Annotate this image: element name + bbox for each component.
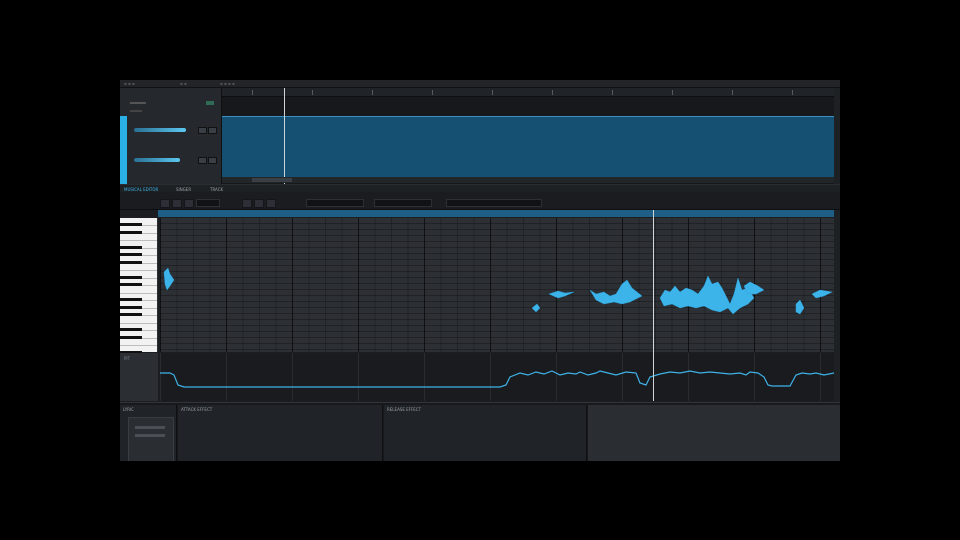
- arrange-view[interactable]: [222, 88, 834, 184]
- note-blob: [589, 279, 643, 305]
- white-key-divider: [120, 240, 157, 241]
- black-key[interactable]: [120, 335, 142, 339]
- singer-select[interactable]: [306, 199, 364, 207]
- snap-button[interactable]: [242, 199, 252, 208]
- app-window: ▪ ▪ ▪ ▪ ▪ ▪ ▪ ▪ ▪ MUSICAL EDITOR SINGER: [120, 80, 840, 461]
- note-blob: [548, 290, 575, 299]
- editor-toolbar: [120, 192, 840, 210]
- menu-item[interactable]: ▪ ▪ ▪: [124, 81, 135, 86]
- black-key[interactable]: [120, 283, 142, 286]
- vertical-scrollbar[interactable]: [834, 88, 840, 184]
- editor-playhead[interactable]: [653, 210, 654, 401]
- white-key-divider: [120, 322, 157, 324]
- piano-keyboard[interactable]: [120, 218, 158, 354]
- parameter-lane-label: PIT: [124, 356, 131, 361]
- parameter-lane[interactable]: [160, 353, 834, 401]
- black-key[interactable]: [120, 298, 142, 301]
- record-button[interactable]: [198, 157, 207, 164]
- note-blob: [811, 289, 833, 299]
- lyric-line: [135, 434, 165, 437]
- playhead[interactable]: [284, 88, 285, 184]
- track-toggle-button[interactable]: [206, 101, 214, 105]
- menu-item[interactable]: ▪ ▪: [180, 81, 187, 86]
- scroll-thumb[interactable]: [252, 178, 292, 182]
- track-header-panel: [120, 88, 222, 184]
- timeline-ruler[interactable]: [222, 88, 834, 97]
- parameter-select[interactable]: [446, 199, 542, 207]
- note-blob: [531, 303, 541, 313]
- black-key[interactable]: [120, 328, 142, 331]
- track-color-strip: [120, 116, 127, 184]
- pencil-tool-button[interactable]: [160, 199, 170, 208]
- attack-effect-panel[interactable]: ATTACK EFFECT: [178, 405, 383, 461]
- attack-effect-title: ATTACK EFFECT: [181, 407, 213, 412]
- lyric-preview[interactable]: [128, 417, 174, 461]
- empty-panel: [588, 405, 840, 461]
- editor-vertical-scrollbar[interactable]: [834, 210, 840, 401]
- lyric-panel-title: LYRIC: [123, 407, 134, 412]
- audio-region[interactable]: [222, 116, 834, 178]
- parameter-lane-header[interactable]: PIT: [120, 353, 158, 401]
- note-blob: [163, 267, 175, 291]
- black-key[interactable]: [120, 253, 142, 256]
- note-blob: [659, 275, 755, 315]
- white-key-divider: [120, 345, 157, 346]
- black-key[interactable]: [120, 230, 142, 234]
- black-key[interactable]: [120, 305, 142, 309]
- note-grid[interactable]: [160, 218, 834, 352]
- zoom-button[interactable]: [254, 199, 264, 208]
- transport-display: ▪ ▪ ▪ ▪: [220, 81, 235, 86]
- piano-keys[interactable]: [120, 218, 157, 354]
- note-blob: [743, 281, 765, 295]
- white-key-divider: [120, 270, 157, 271]
- track-label: [130, 110, 142, 112]
- monitor-button[interactable]: [208, 157, 217, 164]
- pan-slider[interactable]: [134, 158, 180, 162]
- black-key[interactable]: [120, 275, 142, 279]
- style-select[interactable]: [374, 199, 432, 207]
- mode-button[interactable]: [266, 199, 276, 208]
- note-blob: [795, 299, 805, 315]
- eraser-tool-button[interactable]: [184, 199, 194, 208]
- quantize-select[interactable]: [196, 199, 220, 207]
- lyric-line: [135, 426, 165, 429]
- release-effect-panel[interactable]: RELEASE EFFECT: [384, 405, 587, 461]
- volume-slider[interactable]: [134, 128, 186, 132]
- bottom-panels: LYRIC ATTACK EFFECT RELEASE EFFECT: [120, 402, 840, 461]
- black-key[interactable]: [120, 223, 142, 226]
- parameter-curve: [160, 370, 834, 388]
- menu-bar: ▪ ▪ ▪ ▪ ▪ ▪ ▪ ▪ ▪: [120, 80, 840, 88]
- lyric-panel: LYRIC: [120, 405, 177, 461]
- note-blobs: [163, 267, 833, 315]
- editor-ruler[interactable]: [158, 210, 836, 217]
- horizontal-scrollbar[interactable]: [222, 177, 834, 183]
- track-name[interactable]: [130, 102, 146, 104]
- release-effect-title: RELEASE EFFECT: [387, 407, 422, 412]
- black-key[interactable]: [120, 313, 142, 316]
- black-key[interactable]: [120, 245, 142, 249]
- select-tool-button[interactable]: [172, 199, 182, 208]
- mute-button[interactable]: [198, 127, 207, 134]
- white-key-divider: [120, 292, 157, 294]
- black-key[interactable]: [120, 260, 142, 264]
- solo-button[interactable]: [208, 127, 217, 134]
